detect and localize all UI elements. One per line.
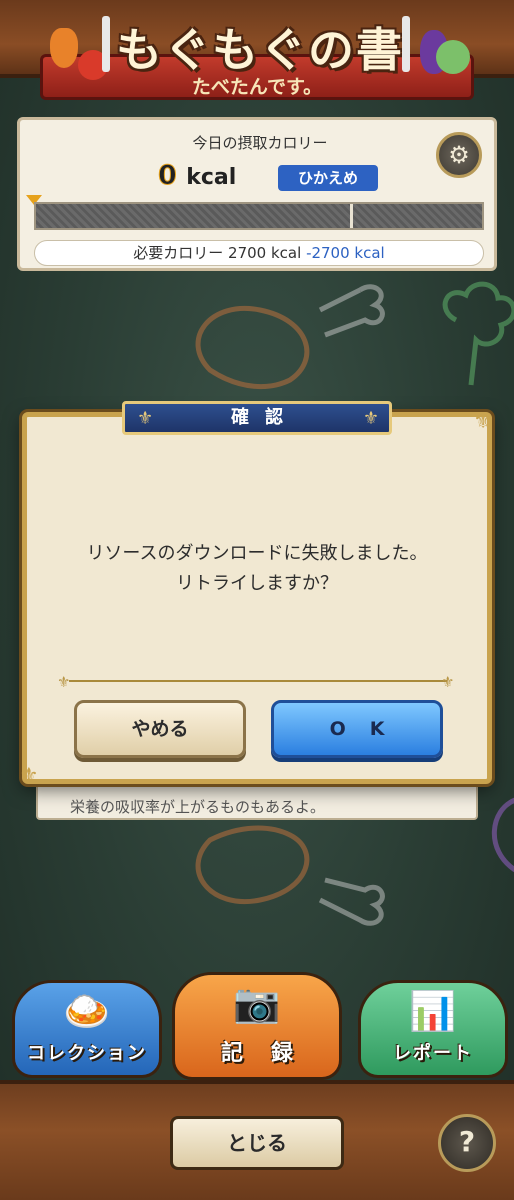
close-button[interactable]: とじる	[170, 1116, 344, 1170]
calorie-panel: 今日の摂取カロリー 0 kcal ひかえめ ⚙ 必要カロリー 2700 kcal…	[17, 117, 497, 271]
hint-text: 栄養の吸収率が上がるものもあるよ。	[70, 798, 326, 816]
fleur-left-icon: ⚜	[137, 408, 154, 429]
food-plate-icon: 🍛	[63, 989, 111, 1033]
fleur-right-icon: ⚜	[362, 408, 379, 429]
calorie-value: 0 kcal	[158, 160, 237, 192]
app-title: もぐもぐの書	[116, 23, 404, 77]
divider-right-ornament-icon: ⚜	[441, 673, 455, 691]
knife-icon	[402, 16, 410, 72]
dialog-message-line2: リトライしますか？	[176, 573, 338, 594]
gear-icon: ⚙	[448, 141, 470, 169]
tab-collection-label: コレクション	[27, 1043, 147, 1064]
chalk-drumstick-doodle	[195, 284, 385, 390]
calorie-status-badge: ひかえめ	[278, 165, 378, 191]
dialog-title: 確認	[231, 407, 299, 428]
tab-collection[interactable]: 🍛 コレクション	[12, 980, 162, 1078]
required-calorie-label: 必要カロリー 2700 kcal	[133, 244, 302, 262]
title-banner: もぐもぐの書 たべたんです。	[40, 10, 474, 108]
tab-report[interactable]: 📊 レポート	[358, 980, 508, 1078]
corner-ornament-icon: ⚜	[473, 409, 493, 434]
dialog-divider	[69, 680, 447, 682]
tab-report-label: レポート	[393, 1043, 473, 1064]
calorie-unit: kcal	[186, 165, 237, 190]
required-calorie-diff: -2700 kcal	[306, 244, 385, 262]
chalk-broccoli-doodle	[442, 281, 514, 386]
cancel-button[interactable]: やめる	[74, 700, 246, 758]
ok-button[interactable]: OK	[271, 700, 443, 758]
calorie-target-divider	[350, 204, 353, 228]
calorie-number: 0	[158, 160, 178, 192]
help-button[interactable]: ?	[438, 1114, 496, 1172]
settings-button[interactable]: ⚙	[436, 132, 482, 178]
camera-icon: 📷	[233, 981, 281, 1025]
dialog-message: リソースのダウンロードに失敗しました。 リトライしますか？	[27, 539, 487, 599]
calorie-progress-bar	[34, 202, 484, 230]
dialog-title-plate: ⚜ 確認 ⚜	[122, 401, 392, 435]
corner-ornament-icon: ⚜	[19, 764, 39, 789]
calorie-label: 今日の摂取カロリー	[192, 134, 328, 152]
confirm-dialog: ⚜ 確認 ⚜ ⚜ ⚜ リソースのダウンロードに失敗しました。 リトライしますか？…	[19, 401, 493, 789]
carrot-icon	[50, 28, 78, 68]
app-subtitle: たべたんです。	[191, 76, 323, 98]
bar-chart-icon: 📊	[409, 989, 457, 1033]
question-icon: ?	[458, 1125, 476, 1158]
cabbage-icon	[436, 40, 470, 74]
dialog-message-line1: リソースのダウンロードに失敗しました。	[86, 543, 428, 564]
chalk-fruit-doodle	[491, 797, 514, 873]
tab-record-label: 記録	[220, 1041, 321, 1066]
divider-left-ornament-icon: ⚜	[57, 673, 71, 691]
chalk-drumstick-doodle-lower	[195, 825, 385, 926]
required-calorie-pill: 必要カロリー 2700 kcal -2700 kcal	[34, 240, 484, 266]
tab-record[interactable]: 📷 記録	[172, 972, 342, 1080]
